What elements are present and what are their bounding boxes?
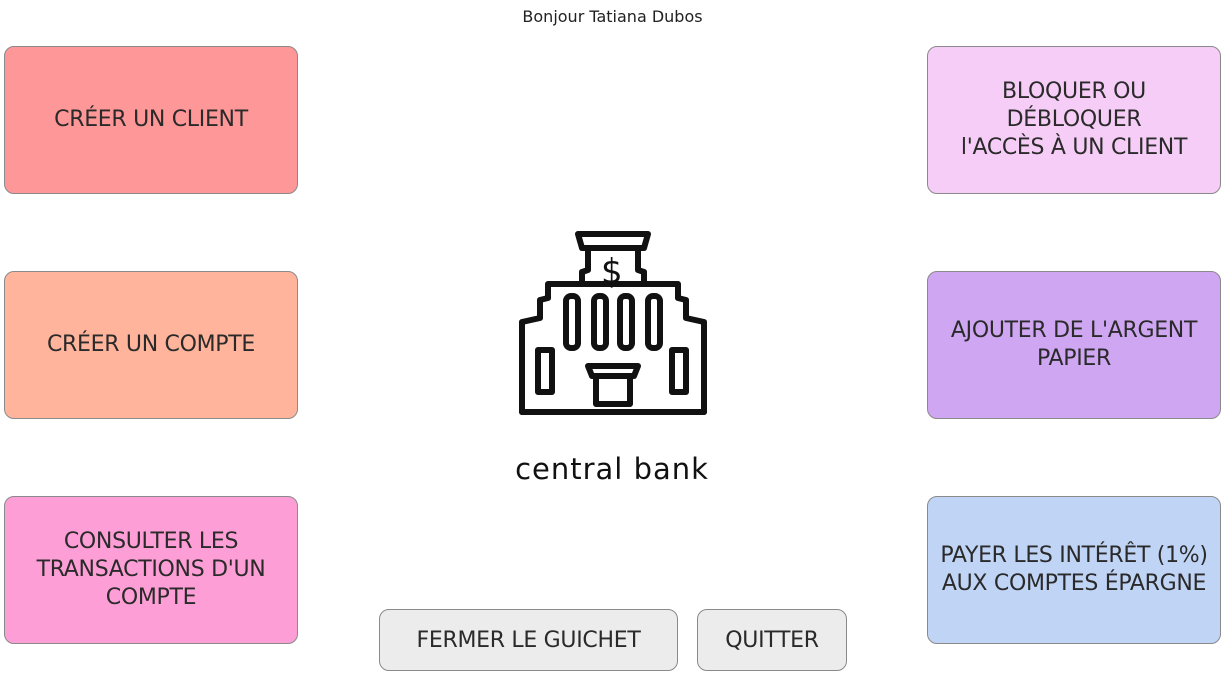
block-unblock-client-button[interactable]: BLOQUER OU DÉBLOQUER l'ACCÈS À UN CLIENT <box>927 46 1221 194</box>
create-account-label: CRÉER UN COMPTE <box>46 332 256 357</box>
bank-name-label: central bank <box>515 452 709 486</box>
greeting-text: Bonjour Tatiana Dubos <box>522 7 703 26</box>
view-transactions-button[interactable]: CONSULTER LES TRANSACTIONS D'UN COMPTE <box>4 496 298 644</box>
bank-building-icon: $ <box>512 226 712 426</box>
quit-button[interactable]: QUITTER <box>697 609 847 671</box>
view-transactions-label-line1: CONSULTER LES <box>63 529 239 554</box>
view-transactions-label-line2: TRANSACTIONS D'UN <box>36 557 266 582</box>
create-account-button[interactable]: CRÉER UN COMPTE <box>4 271 298 419</box>
pay-interest-label-line2: AUX COMPTES ÉPARGNE <box>941 571 1207 596</box>
view-transactions-label-line3: COMPTE <box>105 585 197 610</box>
add-paper-money-button[interactable]: AJOUTER DE L'ARGENT PAPIER <box>927 271 1221 419</box>
block-unblock-label-line1: BLOQUER OU DÉBLOQUER <box>1002 79 1146 132</box>
create-client-button[interactable]: CRÉER UN CLIENT <box>4 46 298 194</box>
main-menu: Bonjour Tatiana Dubos CRÉER UN CLIENT CR… <box>0 0 1225 692</box>
close-counter-button[interactable]: FERMER LE GUICHET <box>379 609 678 671</box>
pay-interest-label-line1: PAYER LES INTÉRÊT (1%) <box>940 543 1208 568</box>
create-client-label: CRÉER UN CLIENT <box>54 107 248 132</box>
dollar-sign-glyph: $ <box>601 252 623 292</box>
add-money-label-line2: PAPIER <box>1036 346 1112 371</box>
block-unblock-label-line2: l'ACCÈS À UN CLIENT <box>960 135 1188 160</box>
add-money-label-line1: AJOUTER DE L'ARGENT <box>950 318 1198 343</box>
pay-interest-button[interactable]: PAYER LES INTÉRÊT (1%) AUX COMPTES ÉPARG… <box>927 496 1221 644</box>
